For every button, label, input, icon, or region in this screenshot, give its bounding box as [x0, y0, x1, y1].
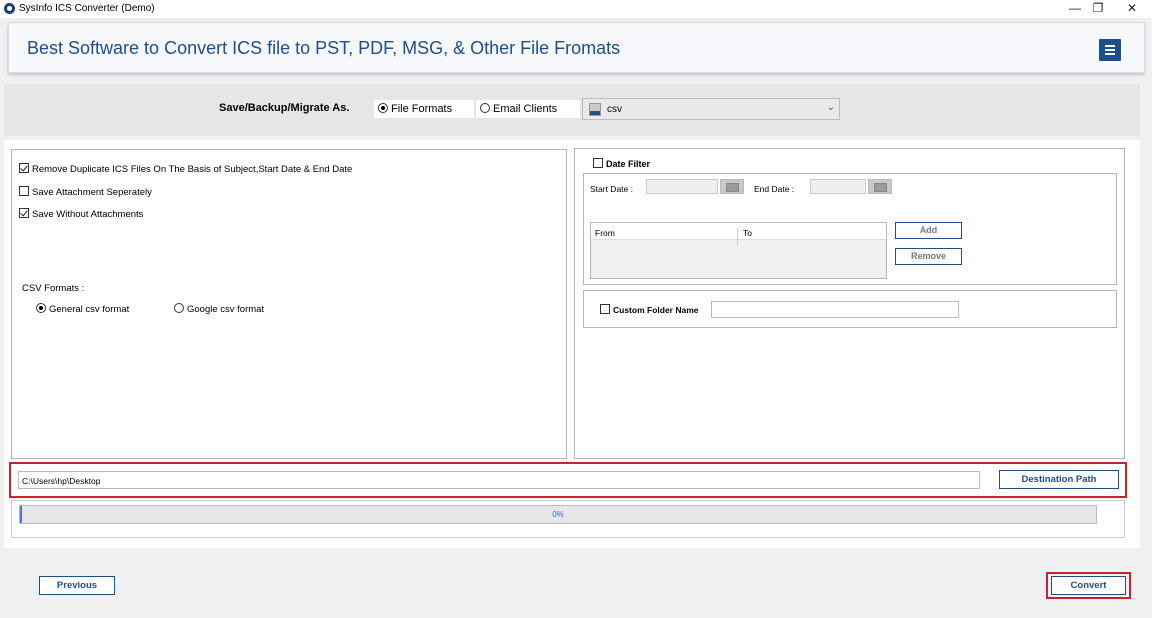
end-date-label: End Date : — [754, 184, 795, 194]
format-select-value: csv — [607, 104, 622, 115]
checkbox-icon — [593, 158, 603, 168]
custom-folder-label: Custom Folder Name — [613, 305, 699, 315]
radio-selected-icon — [378, 103, 388, 113]
close-button[interactable]: ✕ — [1115, 0, 1149, 18]
progress-frame: 0% — [11, 500, 1125, 538]
radio-selected-icon — [36, 303, 46, 313]
page-title: Best Software to Convert ICS file to PST… — [27, 38, 621, 58]
previous-button[interactable]: Previous — [39, 576, 115, 595]
from-column-header: From — [595, 228, 615, 238]
csv-formats-label: CSV Formats : — [22, 283, 85, 294]
destination-path-button[interactable]: Destination Path — [999, 470, 1119, 489]
radio-icon — [480, 103, 490, 113]
remove-duplicates-label: Remove Duplicate ICS Files On The Basis … — [32, 164, 353, 175]
window-title: SysInfo ICS Converter (Demo) — [19, 3, 155, 14]
date-filter-checkbox[interactable]: Date Filter — [593, 158, 650, 169]
calendar-icon[interactable] — [720, 179, 744, 194]
remove-duplicates-option[interactable]: Remove Duplicate ICS Files On The Basis … — [19, 163, 352, 175]
calendar-icon[interactable] — [868, 179, 892, 194]
table-header: From To — [591, 223, 886, 245]
start-date-label: Start Date : — [590, 184, 633, 194]
file-formats-radio[interactable]: File Formats — [374, 100, 474, 118]
app-header: Best Software to Convert ICS file to PST… — [8, 22, 1145, 73]
checkbox-checked-icon — [19, 163, 29, 173]
progress-text: 0% — [552, 510, 564, 519]
chevron-down-icon: ⌄ — [826, 102, 835, 113]
hamburger-icon[interactable] — [1099, 39, 1121, 61]
progress-bar: 0% — [19, 505, 1097, 524]
checkbox-icon — [600, 304, 610, 314]
save-attachment-separately-label: Save Attachment Seperately — [32, 187, 152, 198]
checkbox-icon — [19, 186, 29, 196]
convert-button[interactable]: Convert — [1051, 576, 1126, 595]
custom-folder-input[interactable] — [711, 301, 959, 318]
google-csv-label: Google csv format — [187, 304, 265, 315]
restore-button[interactable]: ❐ — [1081, 0, 1115, 18]
main-panel: Remove Duplicate ICS Files On The Basis … — [4, 140, 1140, 548]
general-csv-label: General csv format — [49, 304, 130, 315]
format-select[interactable]: csv ⌄ — [582, 98, 840, 120]
radio-icon — [174, 303, 184, 313]
save-without-attachments-option[interactable]: Save Without Attachments — [19, 208, 143, 220]
email-clients-label: Email Clients — [493, 103, 558, 115]
save-without-attachments-label: Save Without Attachments — [32, 209, 144, 220]
end-date-input[interactable] — [810, 179, 866, 194]
file-formats-label: File Formats — [391, 103, 453, 115]
convert-highlight: Convert — [1046, 572, 1131, 599]
custom-folder-box: Custom Folder Name — [583, 290, 1117, 328]
date-filter-label: Date Filter — [606, 159, 651, 169]
add-button[interactable]: Add — [895, 222, 962, 239]
date-range-table[interactable]: From To — [590, 222, 887, 279]
options-panel: Remove Duplicate ICS Files On The Basis … — [11, 149, 567, 459]
date-filter-box: Start Date : End Date : From To Add Remo… — [583, 173, 1117, 285]
csv-file-icon — [589, 103, 601, 116]
save-attachment-separately-option[interactable]: Save Attachment Seperately — [19, 186, 152, 198]
to-column-header: To — [743, 228, 752, 238]
title-bar: SysInfo ICS Converter (Demo) — ❐ ✕ — [0, 0, 1152, 18]
save-as-label: Save/Backup/Migrate As. — [219, 102, 350, 114]
save-as-bar: Save/Backup/Migrate As. File Formats Ema… — [4, 84, 1140, 136]
google-csv-radio[interactable]: Google csv format — [174, 303, 264, 315]
checkbox-checked-icon — [19, 208, 29, 218]
app-logo-icon — [4, 3, 15, 14]
general-csv-radio[interactable]: General csv format — [36, 303, 129, 315]
remove-button[interactable]: Remove — [895, 248, 962, 265]
destination-frame: C:\Users\hp\Desktop Destination Path — [9, 462, 1127, 498]
email-clients-radio[interactable]: Email Clients — [476, 100, 580, 118]
custom-folder-checkbox[interactable]: Custom Folder Name — [600, 304, 699, 315]
destination-path-input[interactable]: C:\Users\hp\Desktop — [18, 471, 980, 489]
start-date-input[interactable] — [646, 179, 718, 194]
filter-panel: Date Filter Start Date : End Date : From… — [574, 148, 1125, 459]
